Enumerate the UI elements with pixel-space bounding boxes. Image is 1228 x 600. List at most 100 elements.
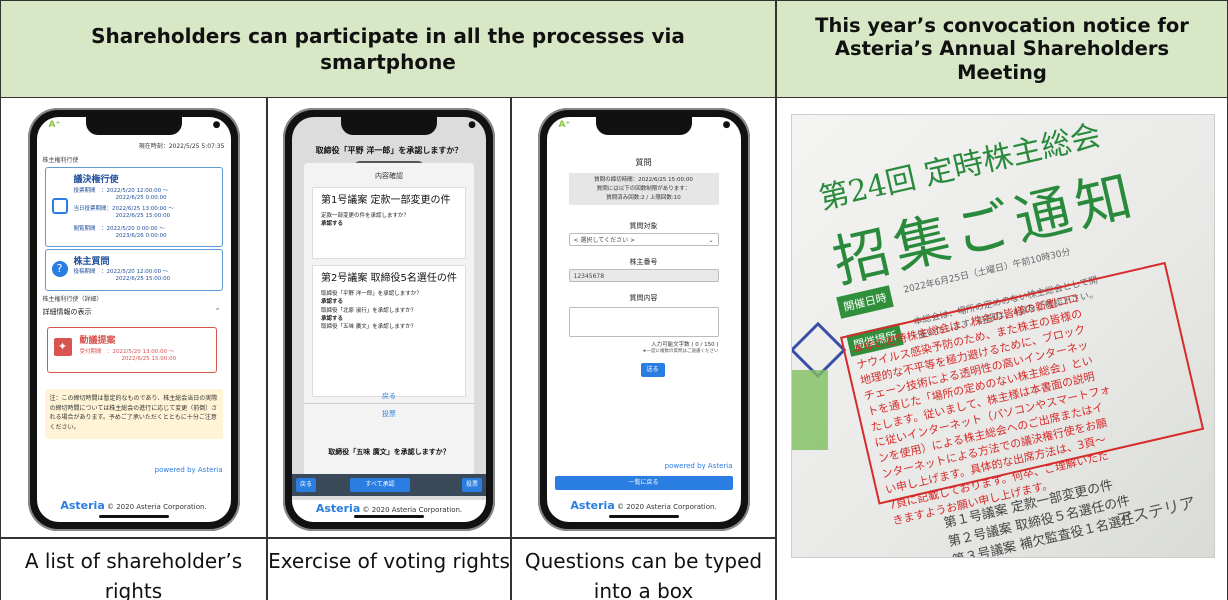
view-period: 閲覧期間 ：2022/5/20 0:00:00 〜 xyxy=(73,226,165,232)
header-smartphone: Shareholders can participate in all the … xyxy=(0,0,776,98)
item1-box: 第1号議案 定款一部変更の件 定款一部変更の件を承認しますか？ 承認する xyxy=(312,187,466,259)
phone-notch xyxy=(85,117,182,135)
modal-title: 内容確認 xyxy=(375,172,403,180)
section-rights-detail: 株主権利行使（詳細） xyxy=(42,296,103,303)
home-indicator xyxy=(354,515,424,518)
phone-notch xyxy=(595,117,692,135)
phone-screen: A⁺ ● 現在時刻：2022/5/25 5:07:35 株主権利行使 議決権行使… xyxy=(36,117,231,522)
item2-title: 第2号議案 取締役5名選任の件 xyxy=(321,273,457,284)
card-question-title: 株主質問 xyxy=(73,257,110,267)
red-notice-box: 本年の定時株主総会は、株主の皆様の新型コロ ナウイルス感染予防のため、また株主の… xyxy=(840,261,1205,528)
target-select[interactable]: < 選択してください > ⌄ xyxy=(568,233,719,246)
item1-question: 定款一部変更の件を承認しますか？ xyxy=(321,213,410,219)
item2-line: 取締役「平野 洋一郎」を承認しますか？ xyxy=(321,291,422,297)
current-time: 現在時刻：2022/5/25 5:07:35 xyxy=(138,143,225,150)
user-icon[interactable]: ● xyxy=(213,120,221,134)
item2-box: 第2号議案 取締役5名選任の件 取締役「平野 洋一郎」を承認しますか？ 承認する… xyxy=(312,265,466,397)
caption-rights-list: A list of shareholder’s rights xyxy=(0,538,267,600)
user-icon[interactable]: ● xyxy=(723,120,731,134)
question-icon: ? xyxy=(51,261,68,277)
shareholder-number-field[interactable]: 12345678 xyxy=(568,269,719,282)
motion-period-end: 2022/6/25 15:00:00 xyxy=(121,356,177,362)
char-note: ★一度に複数の質問はご遠慮ください xyxy=(642,349,719,354)
voting-period: 投票期間 ：2022/5/20 12:00:00 〜 xyxy=(73,188,169,194)
asteria-logo-icon: A⁺ xyxy=(558,120,571,130)
phone-footer: Asteria © 2020 Asteria Corporation. xyxy=(292,500,486,522)
caption-questions: Questions can be typed into a box xyxy=(511,538,776,600)
item2-line: 承認する xyxy=(321,299,344,306)
item1-answer: 承認する xyxy=(321,221,344,228)
char-count: 入力可能文字数 ( 0 / 150 ) xyxy=(651,342,719,348)
footer-brand: Asteria xyxy=(570,499,615,512)
card-voting[interactable]: 議決権行使 投票期間 ：2022/5/20 12:00:00 〜 2022/6/… xyxy=(44,167,223,247)
target-label: 質問対象 xyxy=(629,222,658,230)
card-question[interactable]: ? 株主質問 投稿期間 ：2022/5/20 12:00:00 〜 2022/6… xyxy=(44,249,223,291)
user-icon[interactable]: ● xyxy=(468,120,476,134)
phone-footer: Asteria © 2020 Asteria Corporation. xyxy=(37,499,231,512)
phone-footer: Asteria © 2020 Asteria Corporation. xyxy=(547,499,741,512)
deadline-note: 注：この締切時間は暫定的なものであり、株主総会当日の実際の締切時間については株主… xyxy=(44,389,223,439)
cell-questions: A⁺ ● 質問 質問の締切時間：2022/6/25 15:00:00 質問には以… xyxy=(511,98,776,538)
card-voting-title: 議決権行使 xyxy=(73,175,119,185)
convocation-notice-photo: 第24回 定時株主総会 招集ご通知 開催日時 2022年6月25日（土曜日）午前… xyxy=(791,114,1215,558)
powered-by: powered by Asteria xyxy=(664,462,733,470)
view-period-end: 2023/6/26 0:00:00 xyxy=(115,233,167,239)
footer-copyright: © 2020 Asteria Corporation. xyxy=(106,503,207,511)
voting-period-end: 2022/6/25 0:00:00 xyxy=(115,195,167,201)
question-period-end: 2022/6/25 15:00:00 xyxy=(115,276,171,282)
cell-convocation-photo: 第24回 定時株主総会 招集ご通知 開催日時 2022年6月25日（土曜日）午前… xyxy=(776,98,1228,600)
footer-brand: Asteria xyxy=(60,499,105,512)
phone-rights-list: A⁺ ● 現在時刻：2022/5/25 5:07:35 株主権利行使 議決権行使… xyxy=(27,108,240,531)
number-label: 株主番号 xyxy=(629,258,658,266)
info-line: 質問済み回数:2 / 上限回数:10 xyxy=(606,194,681,201)
powered-by: powered by Asteria xyxy=(154,466,223,474)
phone-voting: ● 取締役「平野 洋一郎」を承認しますか？ 内容確認 第1号議案 定款一部変更の… xyxy=(283,108,495,531)
modal-vote-link[interactable]: 投票 xyxy=(304,409,474,419)
question-top: 取締役「平野 洋一郎」を承認しますか？ xyxy=(315,146,463,155)
card-motion-title: 動議提案 xyxy=(79,336,116,346)
detail-toggle[interactable]: 詳細情報の表示 xyxy=(43,307,92,317)
section-rights: 株主権利行使 xyxy=(42,157,79,164)
confirm-modal: 内容確認 第1号議案 定款一部変更の件 定款一部変更の件を承認しますか？ 承認す… xyxy=(304,163,474,483)
card-motion[interactable]: ✦ 動議提案 受付期間 ：2022/5/20 13:00:00 〜 2022/6… xyxy=(46,327,217,373)
question-title: 質問 xyxy=(635,158,652,167)
sameday-period: 当日投票期間：2022/6/25 13:00:00 〜 xyxy=(73,206,174,212)
motion-period: 受付期間 ：2022/5/20 13:00:00 〜 xyxy=(79,349,175,355)
green-graphic xyxy=(792,370,828,450)
chevron-down-icon: ⌄ xyxy=(708,237,714,244)
caption-voting: Exercise of voting rights xyxy=(267,538,511,600)
asteria-logo-icon: A⁺ xyxy=(48,120,61,130)
back-to-list-button[interactable]: 一覧に戻る xyxy=(554,476,733,490)
question-textarea[interactable] xyxy=(568,307,719,337)
content-label: 質問内容 xyxy=(629,294,658,302)
info-line: 質問には以下の回数制限があります： xyxy=(596,185,691,192)
footer-copyright: © 2020 Asteria Corporation. xyxy=(616,503,717,511)
action-bar: 戻る すべて承認 投票 xyxy=(292,474,486,496)
vote-button[interactable]: 投票 xyxy=(462,478,482,492)
target-select-value: < 選択してください > xyxy=(573,237,636,244)
info-line: 質問の締切時間：2022/6/25 15:00:00 xyxy=(594,177,693,183)
footer-copyright: © 2020 Asteria Corporation. xyxy=(362,506,463,514)
phone-notch xyxy=(341,117,437,135)
phone-screen: ● 取締役「平野 洋一郎」を承認しますか？ 内容確認 第1号議案 定款一部変更の… xyxy=(292,117,486,522)
deadline-info: 質問の締切時間：2022/6/25 15:00:00 質問には以下の回数制限があ… xyxy=(568,173,719,206)
send-button[interactable]: 送る xyxy=(640,363,665,377)
comparison-table: Shareholders can participate in all the … xyxy=(0,0,1228,600)
footer-brand: Asteria xyxy=(315,502,361,515)
item2-line: 取締役「五味 廣文」を承認しますか？ xyxy=(321,324,417,330)
ballot-box-icon xyxy=(51,198,68,214)
cell-rights-list: A⁺ ● 現在時刻：2022/5/25 5:07:35 株主権利行使 議決権行使… xyxy=(0,98,267,538)
back-button[interactable]: 戻る xyxy=(296,478,316,492)
header-convocation-notice: This year’s convocation notice for Aster… xyxy=(776,0,1228,98)
home-indicator xyxy=(608,515,679,518)
item1-title: 第1号議案 定款一部変更の件 xyxy=(321,195,451,206)
cell-voting: ● 取締役「平野 洋一郎」を承認しますか？ 内容確認 第1号議案 定款一部変更の… xyxy=(267,98,511,538)
home-indicator xyxy=(98,515,169,518)
motion-icon: ✦ xyxy=(53,338,72,356)
sameday-period-end: 2022/6/25 15:00:00 xyxy=(115,213,171,219)
approve-all-button[interactable]: すべて承認 xyxy=(350,478,410,492)
chevron-up-icon[interactable]: ⌃ xyxy=(215,307,221,315)
question-period: 投稿期間 ：2022/5/20 12:00:00 〜 xyxy=(73,269,169,275)
modal-back-link[interactable]: 戻る xyxy=(304,391,474,401)
item2-line: 承認する xyxy=(321,315,344,322)
